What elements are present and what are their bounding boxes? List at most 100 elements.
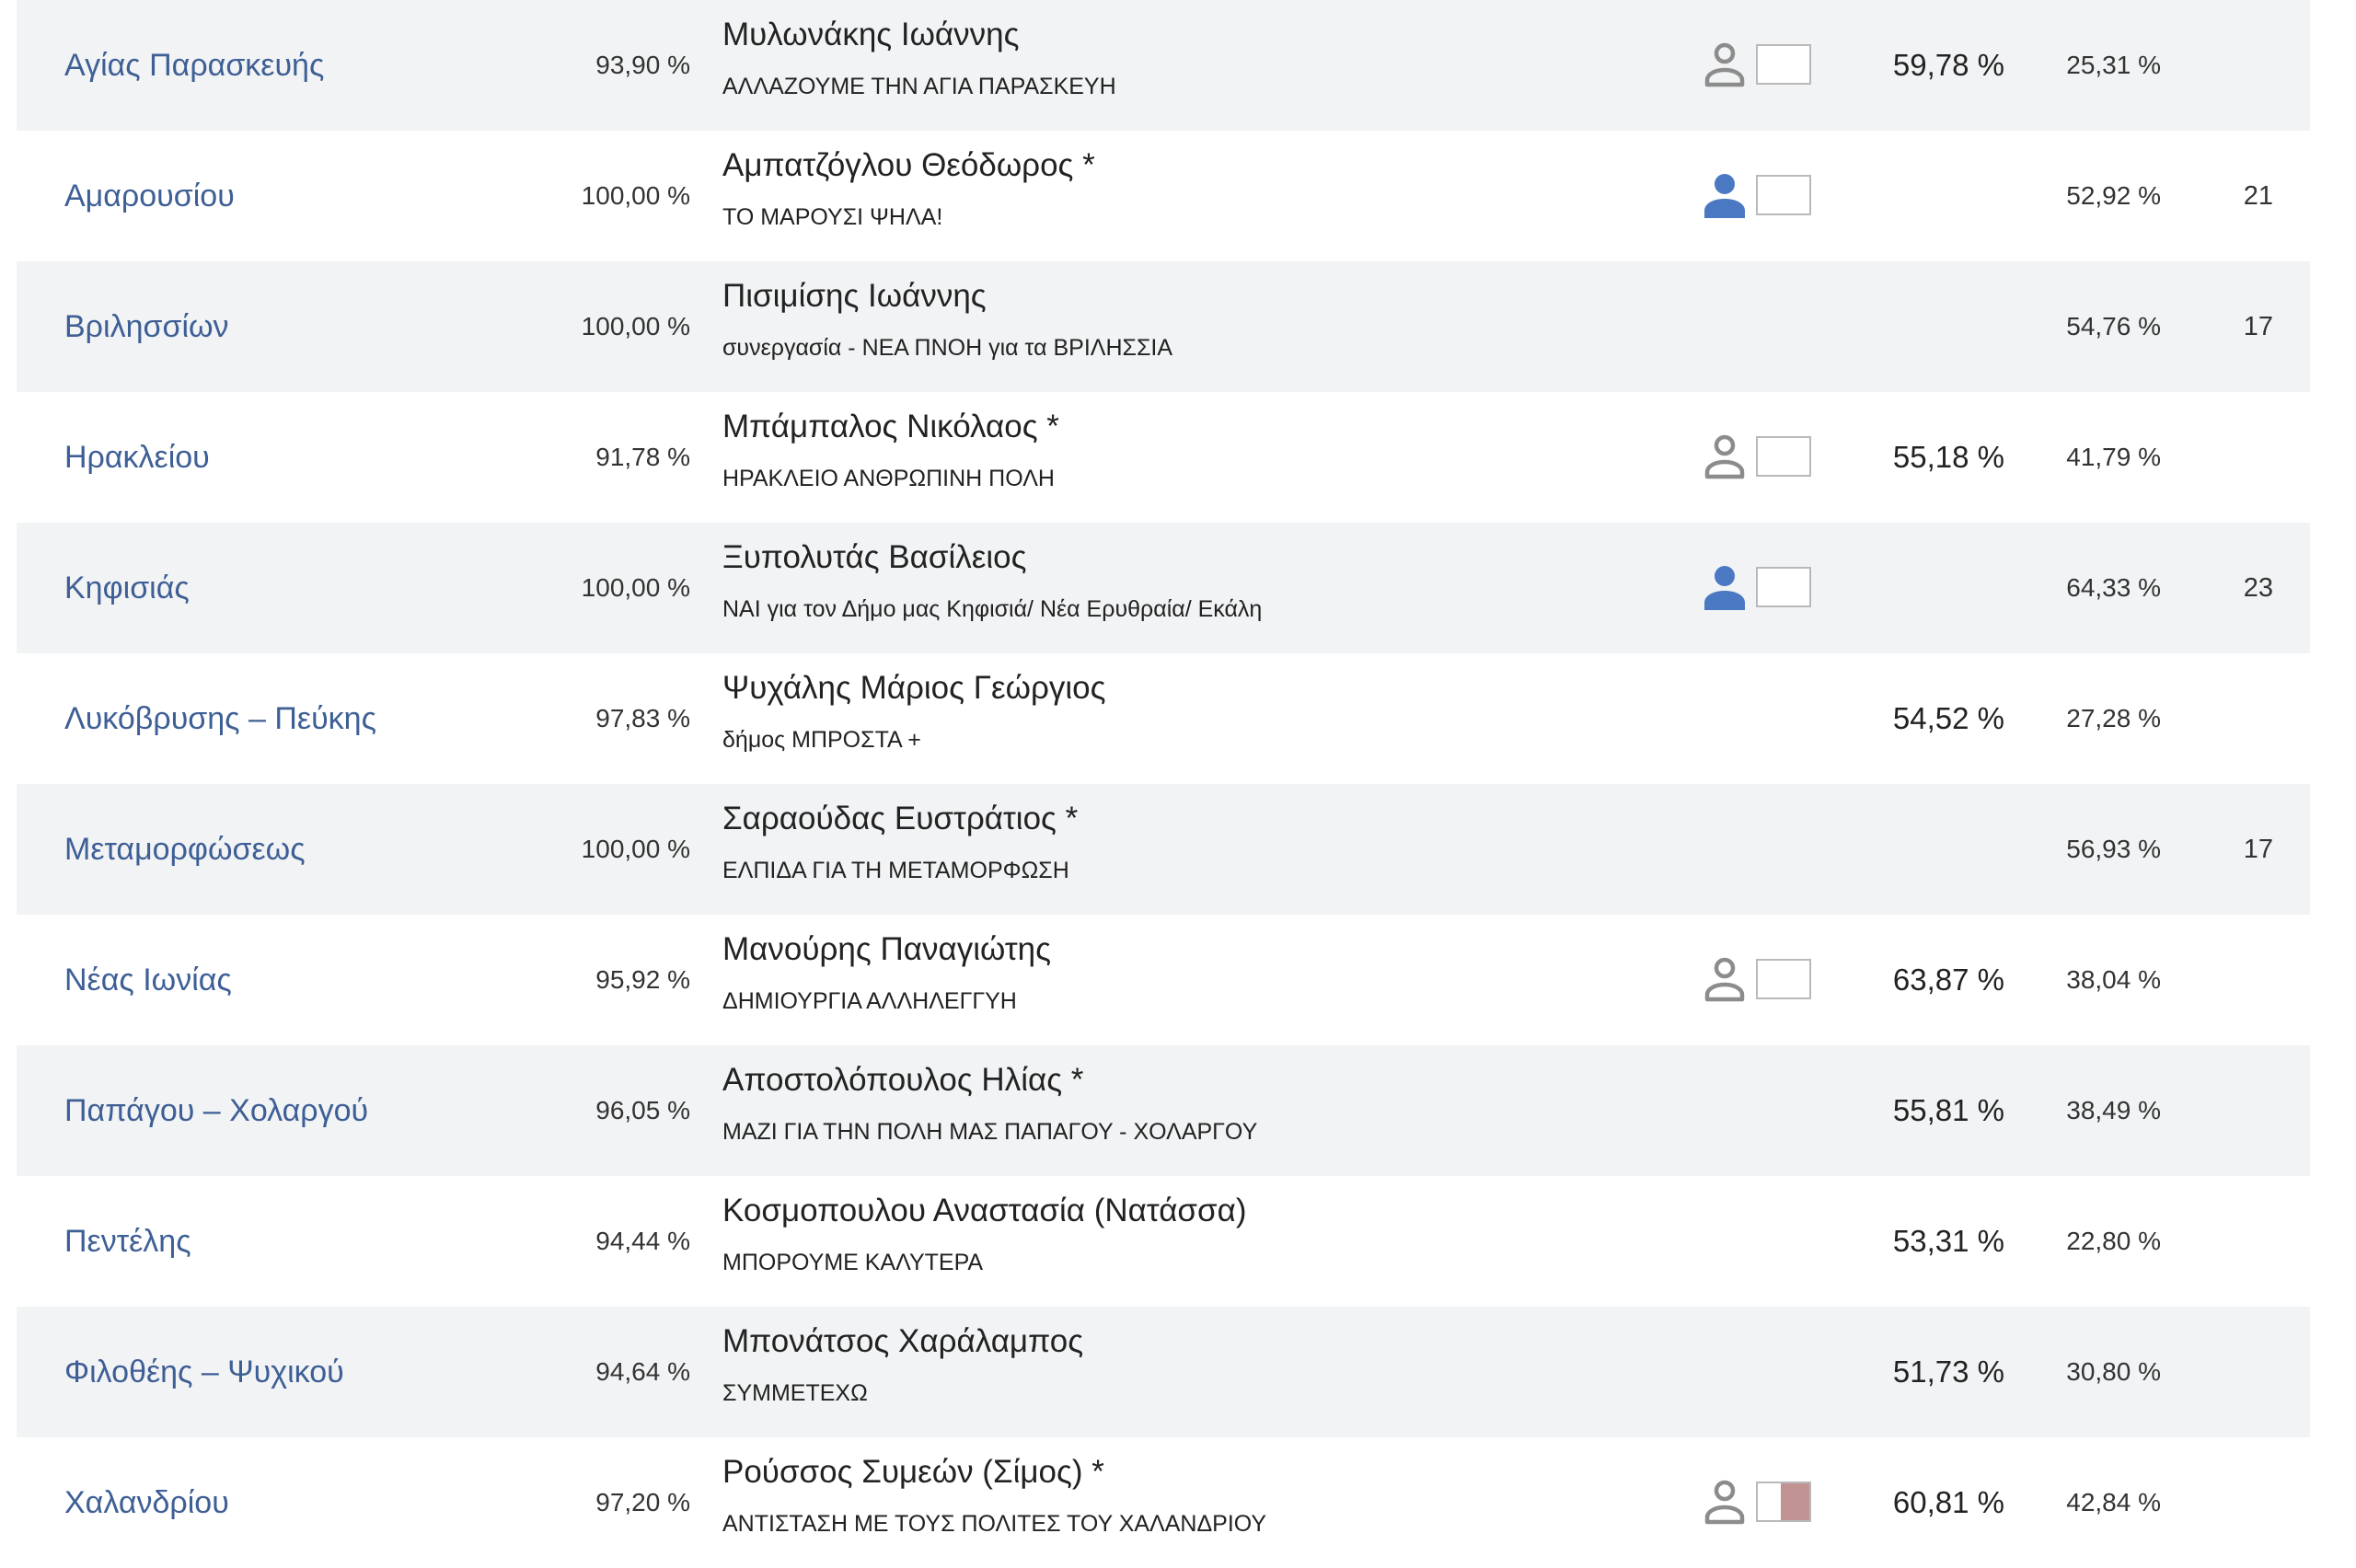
candidate-name: Μπάμπαλος Νικόλαος * (722, 409, 1059, 444)
table-row: Νέας Ιωνίας 95,92 % Μανούρης Παναγιώτης ΔΗΜ… (17, 915, 2310, 1045)
table-row: Αγίας Παρασκευής 93,90 % Μυλωνάκης Ιωάννης… (17, 0, 2310, 131)
seats-count (2207, 1437, 2273, 1568)
counted-percentage: 100,00 % (581, 312, 690, 340)
person-filled-icon (1697, 168, 1752, 224)
table-row: Πεντέλης 94,44 % Κοσμοπουλου Αναστασία (Να… (17, 1176, 2310, 1307)
counted-percentage: 100,00 % (581, 181, 690, 210)
second-round-percentage: 55,81 % (1892, 1093, 2004, 1127)
counted-percentage: 97,20 % (595, 1488, 690, 1516)
candidate-name: Μπονάτσος Χαράλαμπος (722, 1323, 1084, 1359)
person-outline-icon (1697, 1475, 1752, 1530)
first-round-percentage: 22,80 % (2066, 1227, 2161, 1255)
seats-count: 17 (2243, 312, 2273, 341)
first-round-percentage: 38,04 % (2066, 965, 2161, 994)
seats-count: 23 (2243, 573, 2273, 603)
counted-percentage: 93,90 % (595, 51, 690, 79)
result-box (1756, 436, 1811, 477)
candidate-name: Σαραούδας Ευστράτιος * (722, 801, 1079, 836)
party-name: ΜΠΟΡΟΥΜΕ ΚΑΛΥΤΕΡΑ (722, 1250, 984, 1275)
first-round-percentage: 56,93 % (2066, 835, 2161, 863)
seats-count: 17 (2243, 835, 2273, 864)
counted-percentage: 100,00 % (581, 573, 690, 602)
party-name: ΤΟ ΜΑΡΟΥΣΙ ΨΗΛΑ! (722, 204, 943, 230)
candidate-name: Πισιμίσης Ιωάννης (722, 278, 987, 314)
seats-count (2207, 1307, 2273, 1437)
seats-count (2207, 915, 2273, 1045)
counted-percentage: 94,64 % (595, 1357, 690, 1386)
municipality-link[interactable]: Πεντέλης (64, 1176, 191, 1307)
first-round-percentage: 64,33 % (2066, 573, 2161, 602)
first-round-percentage: 52,92 % (2066, 181, 2161, 210)
table-row: Αμαρουσίου 100,00 % Αμπατζόγλου Θεόδωρος *… (17, 131, 2310, 261)
second-round-percentage (1848, 784, 2004, 915)
first-round-percentage: 30,80 % (2066, 1357, 2161, 1386)
table-row: Κηφισιάς 100,00 % Ξυπολυτάς Βασίλειος ΝΑΙ γ… (17, 523, 2310, 653)
table-row: Ηρακλείου 91,78 % Μπάμπαλος Νικόλαος * ΗΡΑΚ… (17, 392, 2310, 523)
party-name: δήμος ΜΠΡΟΣΤΑ + (722, 727, 921, 753)
first-round-percentage: 38,49 % (2066, 1096, 2161, 1124)
result-box-fill (1781, 1483, 1809, 1520)
second-round-percentage (1848, 261, 2004, 392)
second-round-percentage (1848, 523, 2004, 653)
municipality-link[interactable]: Αγίας Παρασκευής (64, 0, 324, 131)
candidate-name: Κοσμοπουλου Αναστασία (Νατάσσα) (722, 1193, 1247, 1228)
table-row: Παπάγου – Χολαργού 96,05 % Αποστολόπουλος … (17, 1045, 2310, 1176)
municipality-link[interactable]: Παπάγου – Χολαργού (64, 1045, 368, 1176)
party-name: ΣΥΜΜΕΤΕΧΩ (722, 1380, 868, 1406)
person-outline-icon (1697, 952, 1752, 1008)
candidate-name: Μυλωνάκης Ιωάννης (722, 17, 1020, 52)
party-name: ΑΝΤΙΣΤΑΣΗ ΜΕ ΤΟΥΣ ΠΟΛΙΤΕΣ ΤΟΥ ΧΑΛΑΝΔΡΙΟΥ (722, 1511, 1267, 1537)
table-row: Χαλανδρίου 97,20 % Ρούσσος Συμεών (Σίμος) … (17, 1437, 2310, 1568)
table-row: Βριλησσίων 100,00 % Πισιμίσης Ιωάννης συνερ… (17, 261, 2310, 392)
result-box (1756, 175, 1811, 215)
table-row: Λυκόβρυσης – Πεύκης 97,83 % Ψυχάλης Μάριος… (17, 653, 2310, 784)
second-round-percentage: 59,78 % (1892, 48, 2004, 82)
municipality-link[interactable]: Φιλοθέης – Ψυχικού (64, 1307, 344, 1437)
municipality-link[interactable]: Βριλησσίων (64, 261, 229, 392)
result-box (1756, 959, 1811, 999)
second-round-percentage: 63,87 % (1892, 963, 2004, 997)
municipality-link[interactable]: Αμαρουσίου (64, 131, 235, 261)
first-round-percentage: 25,31 % (2066, 51, 2161, 79)
second-round-percentage: 55,18 % (1892, 440, 2004, 474)
municipality-link[interactable]: Κηφισιάς (64, 523, 190, 653)
municipality-link[interactable]: Νέας Ιωνίας (64, 915, 232, 1045)
second-round-percentage: 54,52 % (1892, 701, 2004, 735)
municipality-link[interactable]: Λυκόβρυσης – Πεύκης (64, 653, 376, 784)
person-filled-icon (1697, 560, 1752, 616)
result-box (1756, 1482, 1811, 1522)
party-name: ΗΡΑΚΛΕΙΟ ΑΝΘΡΩΠΙΝΗ ΠΟΛΗ (722, 466, 1055, 491)
first-round-percentage: 27,28 % (2066, 704, 2161, 732)
party-name: ΔΗΜΙΟΥΡΓΙΑ ΑΛΛΗΛΕΓΓΥΗ (722, 988, 1017, 1014)
counted-percentage: 100,00 % (581, 835, 690, 863)
counted-percentage: 97,83 % (595, 704, 690, 732)
party-name: ΕΛΠΙΔΑ ΓΙΑ ΤΗ ΜΕΤΑΜΟΡΦΩΣΗ (722, 858, 1069, 883)
seats-count (2207, 392, 2273, 523)
person-outline-icon (1697, 38, 1752, 93)
second-round-percentage (1848, 131, 2004, 261)
first-round-percentage: 54,76 % (2066, 312, 2161, 340)
party-name: συνεργασία - ΝΕΑ ΠΝΟΗ για τα ΒΡΙΛΗΣΣΙΑ (722, 335, 1173, 361)
table-row: Μεταμορφώσεως 100,00 % Σαραούδας Ευστράτιο… (17, 784, 2310, 915)
candidate-name: Ψυχάλης Μάριος Γεώργιος (722, 670, 1106, 706)
candidate-name: Αμπατζόγλου Θεόδωρος * (722, 147, 1095, 183)
results-table: Αγίας Παρασκευής 93,90 % Μυλωνάκης Ιωάννης… (17, 0, 2310, 1568)
person-outline-icon (1697, 430, 1752, 485)
municipality-link[interactable]: Χαλανδρίου (64, 1437, 229, 1568)
party-name: ΜΑΖΙ ΓΙΑ ΤΗΝ ΠΟΛΗ ΜΑΣ ΠΑΠΑΓΟΥ - ΧΟΛΑΡΓΟΥ (722, 1119, 1258, 1145)
candidate-name: Αποστολόπουλος Ηλίας * (722, 1062, 1084, 1098)
municipality-link[interactable]: Μεταμορφώσεως (64, 784, 306, 915)
municipality-link[interactable]: Ηρακλείου (64, 392, 210, 523)
result-box (1756, 44, 1811, 85)
seats-count: 21 (2243, 181, 2273, 211)
counted-percentage: 91,78 % (595, 443, 690, 471)
party-name: ΑΛΛΑΖΟΥΜΕ ΤΗΝ ΑΓΙΑ ΠΑΡΑΣΚΕΥΗ (722, 74, 1116, 99)
counted-percentage: 95,92 % (595, 965, 690, 994)
party-name: ΝΑΙ για τον Δήμο μας Κηφισιά/ Νέα Ερυθρα… (722, 596, 1263, 622)
first-round-percentage: 41,79 % (2066, 443, 2161, 471)
seats-count (2207, 0, 2273, 131)
seats-count (2207, 653, 2273, 784)
table-row: Φιλοθέης – Ψυχικού 94,64 % Μπονάτσος Χαράλ… (17, 1307, 2310, 1437)
first-round-percentage: 42,84 % (2066, 1488, 2161, 1516)
candidate-name: Ρούσσος Συμεών (Σίμος) * (722, 1454, 1104, 1490)
